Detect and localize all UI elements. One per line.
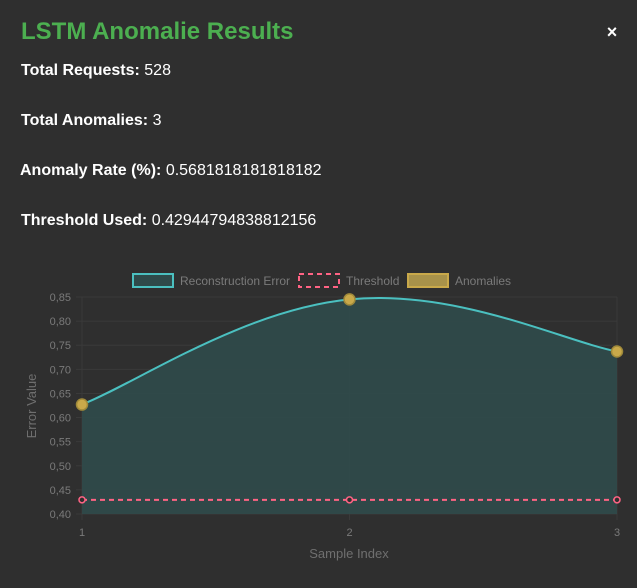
- results-modal: LSTM Anomalie Results × Total Requests: …: [0, 0, 637, 588]
- y-tick-label: 0,65: [50, 388, 71, 400]
- x-tick-label: 3: [614, 527, 620, 539]
- legend-label-reconstruction: Reconstruction Error: [180, 274, 290, 288]
- anomaly-point: [75, 398, 89, 411]
- y-tick-label: 0,50: [50, 461, 71, 473]
- y-tick-label: 0,70: [50, 364, 71, 376]
- reconstruction-error-area: [82, 297, 617, 514]
- threshold-point: [613, 496, 621, 504]
- x-axis-title: Sample Index: [309, 546, 389, 561]
- y-axis-title: Error Value: [24, 374, 39, 439]
- chart-plot-area: [75, 293, 624, 514]
- y-tick-label: 0,85: [50, 292, 71, 304]
- anomaly-point: [343, 293, 356, 306]
- threshold-point: [345, 496, 354, 504]
- x-tick-label: 1: [79, 527, 85, 539]
- y-tick-label: 0,60: [50, 413, 71, 425]
- chart-legend[interactable]: Reconstruction Error Threshold Anomalies: [132, 273, 511, 288]
- y-tick-label: 0,55: [50, 437, 71, 449]
- y-tick-label: 0,45: [50, 485, 71, 497]
- legend-swatch-anomalies: [407, 273, 449, 288]
- anomaly-point: [610, 345, 624, 358]
- legend-label-anomalies: Anomalies: [455, 274, 511, 288]
- y-tick-label: 0,40: [50, 509, 71, 521]
- legend-swatch-reconstruction: [132, 273, 174, 288]
- threshold-point: [78, 496, 86, 504]
- y-tick-label: 0,80: [50, 316, 71, 328]
- anomaly-chart: 0,85 0,80 0,75 0,70 0,65 0,60 0,55 0,50 0,45 0,40…: [24, 273, 624, 561]
- y-tick-label: 0,75: [50, 340, 71, 352]
- x-tick-label: 2: [346, 527, 352, 539]
- legend-label-threshold: Threshold: [346, 274, 399, 288]
- legend-swatch-threshold: [298, 273, 340, 288]
